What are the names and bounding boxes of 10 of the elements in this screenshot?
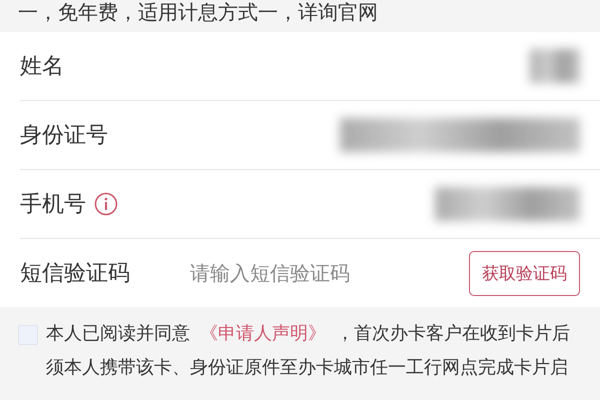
agreement-text: 本人已阅读并同意 《申请人声明》 ，首次办卡客户在收到卡片后须本人携带该卡、身份证原件至办卡城市任一工行网点完成卡片启 (46, 322, 571, 380)
declaration-link[interactable]: 《申请人声明》 (200, 323, 326, 344)
field-label: 手机号 (20, 191, 86, 219)
get-code-button[interactable]: 获取验证码 (469, 250, 580, 296)
field-label: 身份证号 (20, 122, 108, 150)
field-label: 姓名 (20, 53, 64, 81)
notice-text: 一，免年费，适用计息方式一，详询官网 (18, 0, 378, 24)
field-label: 短信验证码 (20, 260, 130, 288)
info-icon[interactable] (94, 192, 118, 216)
blurred-value (530, 49, 580, 83)
